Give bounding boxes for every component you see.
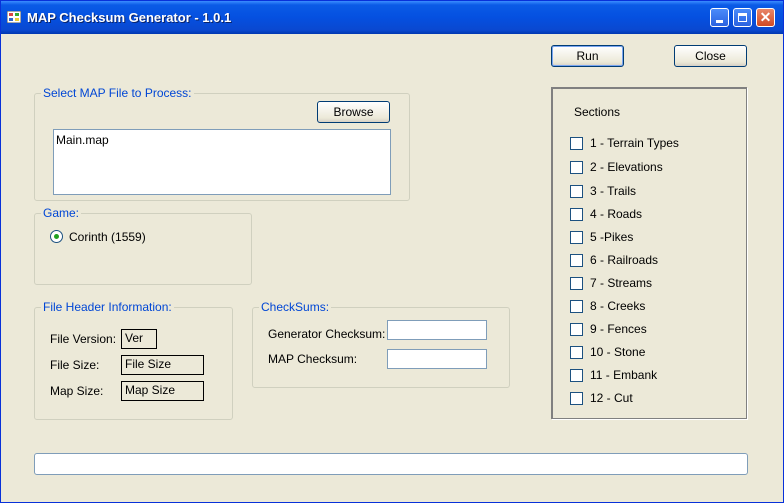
section-label[interactable]: 6 - Railroads (590, 253, 658, 268)
section-checkbox[interactable] (570, 346, 583, 359)
section-label[interactable]: 5 -Pikes (590, 230, 633, 245)
file-header-legend: File Header Information: (41, 300, 174, 314)
sections-title: Sections (574, 105, 621, 119)
section-checkbox[interactable] (570, 161, 583, 174)
maximize-button[interactable] (733, 8, 752, 27)
generator-checksum-label: Generator Checksum: (268, 327, 386, 341)
section-checkbox[interactable] (570, 323, 583, 336)
section-checkbox[interactable] (570, 277, 583, 290)
app-window: MAP Checksum Generator - 1.0.1 ✕ Run Clo… (0, 0, 784, 503)
section-label[interactable]: 3 - Trails (590, 184, 636, 199)
file-size-label: File Size: (50, 358, 100, 372)
section-label[interactable]: 12 - Cut (590, 391, 633, 406)
game-legend: Game: (41, 206, 82, 220)
app-icon (7, 11, 21, 23)
section-checkbox[interactable] (570, 137, 583, 150)
close-icon: ✕ (759, 9, 772, 25)
client-area: Run Close Select MAP File to Process: Br… (4, 34, 780, 499)
file-header-group: File Header Information: File Version: V… (34, 300, 233, 420)
file-size-value: File Size (121, 355, 204, 375)
section-label[interactable]: 10 - Stone (590, 345, 645, 360)
radio-selected-dot (54, 234, 59, 239)
section-label[interactable]: 9 - Fences (590, 322, 647, 337)
section-label[interactable]: 8 - Creeks (590, 299, 645, 314)
generator-checksum-field[interactable] (387, 320, 487, 340)
map-file-legend: Select MAP File to Process: (41, 86, 194, 100)
map-file-item[interactable]: Main.map (56, 133, 109, 147)
corinth-radio-label[interactable]: Corinth (1559) (69, 230, 146, 244)
section-checkbox[interactable] (570, 231, 583, 244)
section-checkbox[interactable] (570, 185, 583, 198)
run-button[interactable]: Run (551, 45, 624, 67)
minimize-icon (716, 20, 723, 23)
browse-button[interactable]: Browse (317, 101, 390, 123)
section-checkbox[interactable] (570, 300, 583, 313)
checksums-group: CheckSums: Generator Checksum: MAP Check… (252, 300, 510, 388)
section-label[interactable]: 2 - Elevations (590, 160, 663, 175)
map-file-group: Select MAP File to Process: Browse Main.… (34, 86, 410, 201)
section-checkbox[interactable] (570, 208, 583, 221)
map-file-list[interactable]: Main.map (53, 129, 391, 195)
section-checkbox[interactable] (570, 254, 583, 267)
file-version-label: File Version: (50, 332, 117, 346)
section-label[interactable]: 11 - Embank (590, 368, 657, 383)
minimize-button[interactable] (710, 8, 729, 27)
progress-bar (34, 453, 748, 475)
section-checkbox[interactable] (570, 392, 583, 405)
game-group: Game: Corinth (1559) (34, 206, 252, 285)
map-checksum-field[interactable] (387, 349, 487, 369)
section-checkbox[interactable] (570, 369, 583, 382)
checksums-legend: CheckSums: (259, 300, 332, 314)
window-title: MAP Checksum Generator - 1.0.1 (27, 10, 232, 25)
map-size-label: Map Size: (50, 384, 104, 398)
section-label[interactable]: 1 - Terrain Types (590, 136, 679, 151)
sections-panel: Sections 1 - Terrain Types 2 - Elevation… (551, 87, 747, 419)
title-bar[interactable]: MAP Checksum Generator - 1.0.1 ✕ (1, 1, 783, 34)
map-size-value: Map Size (121, 381, 204, 401)
corinth-radio[interactable] (50, 230, 63, 243)
maximize-icon (738, 13, 747, 22)
map-checksum-label: MAP Checksum: (268, 352, 358, 366)
section-label[interactable]: 4 - Roads (590, 207, 642, 222)
close-window-button[interactable]: ✕ (756, 8, 775, 27)
section-label[interactable]: 7 - Streams (590, 276, 652, 291)
close-button[interactable]: Close (674, 45, 747, 67)
file-version-value: Ver (121, 329, 157, 349)
